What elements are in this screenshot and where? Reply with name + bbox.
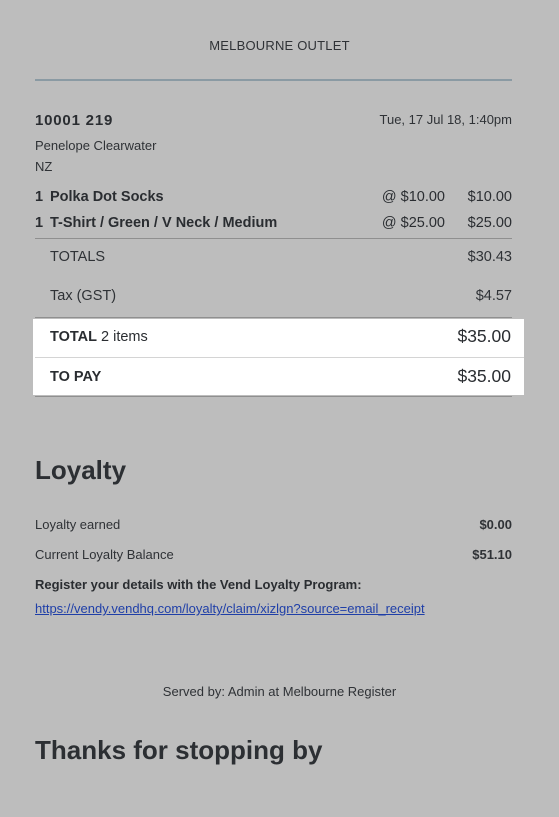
line-item-name: T-Shirt / Green / V Neck / Medium <box>50 215 278 231</box>
loyalty-register-text: Register your details with the Vend Loya… <box>35 577 362 592</box>
totals-label: TOTALS <box>50 249 106 265</box>
loyalty-claim-link[interactable]: https://vendy.vendhq.com/loyalty/claim/x… <box>35 601 425 616</box>
line-item-name: Polka Dot Socks <box>50 189 164 205</box>
total-row: TOTAL 2 items $35.00 <box>50 323 511 353</box>
totals-value: $30.43 <box>467 249 512 265</box>
line-item-amount: $10.00 <box>467 189 512 205</box>
to-pay-value: $35.00 <box>457 366 511 386</box>
line-item-qty: 1 <box>35 189 44 205</box>
served-by: Served by: Admin at Melbourne Register <box>162 684 397 699</box>
total-divider <box>35 357 524 358</box>
outlet-name: MELBOURNE OUTLET <box>209 38 350 53</box>
customer-name: Penelope Clearwater <box>35 138 157 153</box>
loyalty-balance-value: $51.10 <box>472 547 512 562</box>
loyalty-balance-label: Current Loyalty Balance <box>35 547 174 562</box>
receipt-date: Tue, 17 Jul 18, 1:40pm <box>379 112 513 127</box>
total-label: TOTAL 2 items <box>50 329 148 345</box>
customer-country: NZ <box>35 159 53 174</box>
header-divider <box>35 79 512 81</box>
receipt-number: 10001 219 <box>35 112 114 129</box>
total-panel: TOTAL 2 items $35.00 TO PAY $35.00 <box>33 319 524 395</box>
thanks-heading: Thanks for stopping by <box>35 735 323 765</box>
items-divider <box>35 238 512 239</box>
tax-value: $4.57 <box>475 288 512 304</box>
to-pay-row: TO PAY $35.00 <box>50 363 511 393</box>
line-item: 1 Polka Dot Socks @ $10.00 $10.00 <box>35 189 512 209</box>
total-value: $35.00 <box>457 326 511 346</box>
pay-divider <box>35 396 512 397</box>
loyalty-earned-value: $0.00 <box>479 517 512 532</box>
line-item-amount: $25.00 <box>467 215 512 231</box>
summary-divider <box>35 317 512 318</box>
total-items: 2 items <box>101 329 148 345</box>
tax-label: Tax (GST) <box>50 288 117 304</box>
line-item-unit-price: @ $25.00 <box>381 215 445 231</box>
loyalty-earned-label: Loyalty earned <box>35 517 121 532</box>
loyalty-heading: Loyalty <box>35 455 127 485</box>
line-item-qty: 1 <box>35 215 44 231</box>
to-pay-label: TO PAY <box>50 369 102 385</box>
line-item-unit-price: @ $10.00 <box>381 189 445 205</box>
line-item: 1 T-Shirt / Green / V Neck / Medium @ $2… <box>35 215 512 235</box>
